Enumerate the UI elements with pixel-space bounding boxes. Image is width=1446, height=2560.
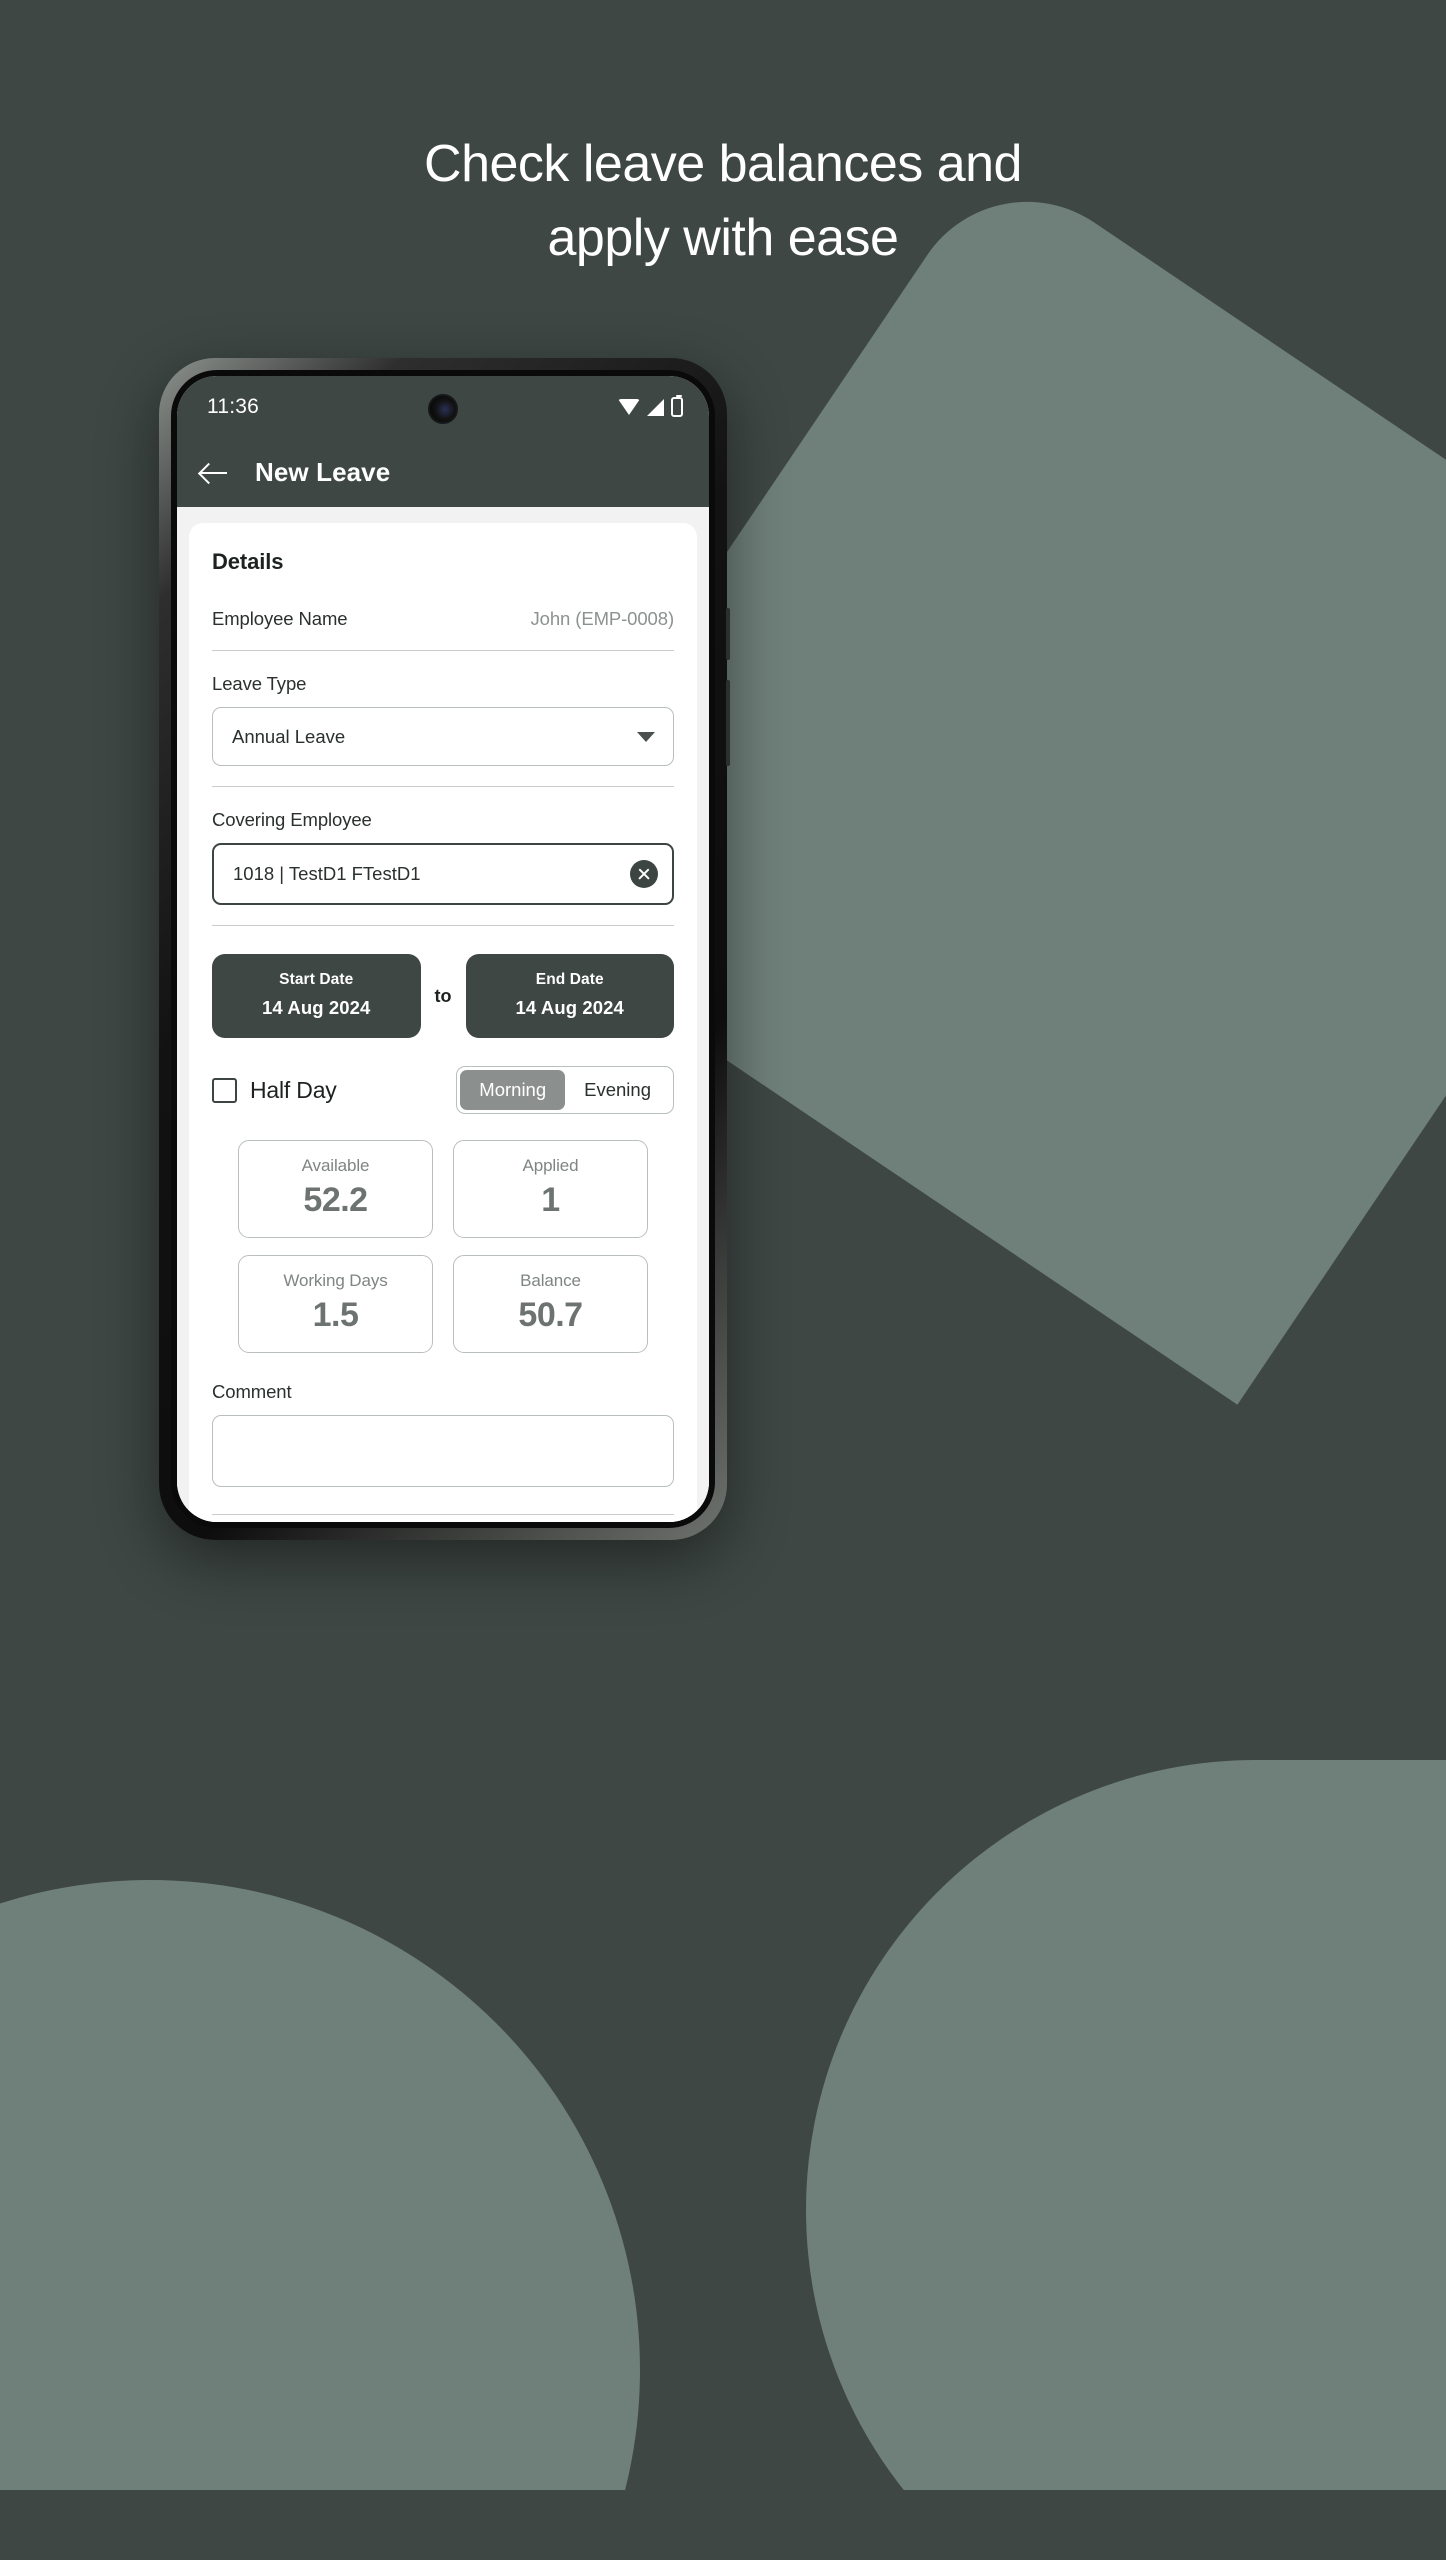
stat-applied: Applied 1 <box>453 1140 648 1238</box>
app-bar: New Leave <box>177 438 709 507</box>
details-card: Details Employee Name John (EMP-0008) Le… <box>189 523 697 1522</box>
background-footer-band <box>0 2490 1446 2560</box>
stat-balance: Balance 50.7 <box>453 1255 648 1353</box>
stat-label: Working Days <box>283 1271 388 1290</box>
day-part-segmented-control[interactable]: Morning Evening <box>456 1066 674 1114</box>
phone-screen: 11:36 New Leave Details Employee Name Jo… <box>177 376 709 1522</box>
half-day-label: Half Day <box>250 1076 337 1103</box>
leave-type-group: Leave Type Annual Leave <box>212 673 674 787</box>
employee-name-divider <box>212 650 674 651</box>
leave-type-select[interactable]: Annual Leave <box>212 707 674 766</box>
promo-headline-line-2: apply with ease <box>547 208 899 267</box>
stat-value: 50.7 <box>518 1296 583 1334</box>
covering-employee-group: Covering Employee 1018 | TestD1 FTestD1 <box>212 809 674 926</box>
employee-name-value: John (EMP-0008) <box>530 608 675 629</box>
half-day-row: Half Day Morning Evening <box>212 1066 674 1114</box>
front-camera-icon <box>428 394 458 424</box>
comment-input[interactable] <box>212 1415 674 1487</box>
stat-value: 1.5 <box>312 1296 359 1334</box>
form-scroll-area[interactable]: Details Employee Name John (EMP-0008) Le… <box>177 507 709 1522</box>
decorative-shape-bottom-right <box>806 1760 1446 2560</box>
day-part-option-morning[interactable]: Morning <box>460 1070 566 1110</box>
comment-divider <box>212 1514 674 1515</box>
status-bar: 11:36 <box>177 376 709 438</box>
leave-type-label: Leave Type <box>212 673 307 694</box>
stat-available: Available 52.2 <box>238 1140 433 1238</box>
stat-value: 52.2 <box>303 1181 368 1219</box>
end-date-value: 14 Aug 2024 <box>515 997 624 1018</box>
stat-label: Available <box>301 1156 370 1175</box>
comment-label: Comment <box>212 1381 292 1402</box>
close-circle-icon[interactable] <box>630 860 658 888</box>
end-date-label: End Date <box>535 971 604 988</box>
start-date-label: Start Date <box>279 971 354 988</box>
phone-volume-button <box>726 608 730 660</box>
covering-employee-divider <box>212 925 674 926</box>
leave-type-divider <box>212 786 674 787</box>
stat-label: Balance <box>520 1271 581 1290</box>
comment-group: Comment <box>212 1381 674 1515</box>
covering-employee-label: Covering Employee <box>212 809 372 830</box>
covering-employee-value: 1018 | TestD1 FTestD1 <box>233 863 421 884</box>
decorative-shape-bottom-left <box>0 1880 640 2560</box>
stat-label: Applied <box>522 1156 579 1175</box>
page-title: New Leave <box>255 457 391 487</box>
battery-icon <box>671 395 683 417</box>
status-bar-icons <box>618 395 683 417</box>
promo-headline: Check leave balances and apply with ease <box>0 128 1446 276</box>
stat-working-days: Working Days 1.5 <box>238 1255 433 1353</box>
half-day-checkbox[interactable] <box>212 1077 237 1103</box>
start-date-button[interactable]: Start Date 14 Aug 2024 <box>212 954 421 1038</box>
leave-stats-grid: Available 52.2 Applied 1 Working Days 1.… <box>212 1140 674 1353</box>
promo-headline-line-1: Check leave balances and <box>424 135 1022 193</box>
employee-name-label: Employee Name <box>212 608 348 629</box>
half-day-checkbox-wrap[interactable]: Half Day <box>212 1077 337 1104</box>
date-range-row: Start Date 14 Aug 2024 to End Date 14 Au… <box>212 954 674 1038</box>
employee-name-row: Employee Name John (EMP-0008) <box>212 608 674 630</box>
back-arrow-icon[interactable] <box>199 458 229 488</box>
end-date-button[interactable]: End Date 14 Aug 2024 <box>465 954 674 1038</box>
wifi-icon <box>618 399 640 415</box>
start-date-value: 14 Aug 2024 <box>262 997 371 1018</box>
day-part-option-evening[interactable]: Evening <box>565 1070 670 1110</box>
date-range-separator: to <box>434 985 452 1006</box>
phone-power-button <box>726 680 730 766</box>
status-bar-time: 11:36 <box>207 395 259 418</box>
covering-employee-input[interactable]: 1018 | TestD1 FTestD1 <box>212 843 674 905</box>
stat-value: 1 <box>541 1181 560 1219</box>
signal-icon <box>647 398 664 416</box>
chevron-down-icon <box>637 731 655 742</box>
phone-bezel: 11:36 New Leave Details Employee Name Jo… <box>171 370 715 1528</box>
details-card-title: Details <box>212 549 284 574</box>
leave-type-value: Annual Leave <box>232 725 346 747</box>
phone-mockup: 11:36 New Leave Details Employee Name Jo… <box>159 358 730 1540</box>
